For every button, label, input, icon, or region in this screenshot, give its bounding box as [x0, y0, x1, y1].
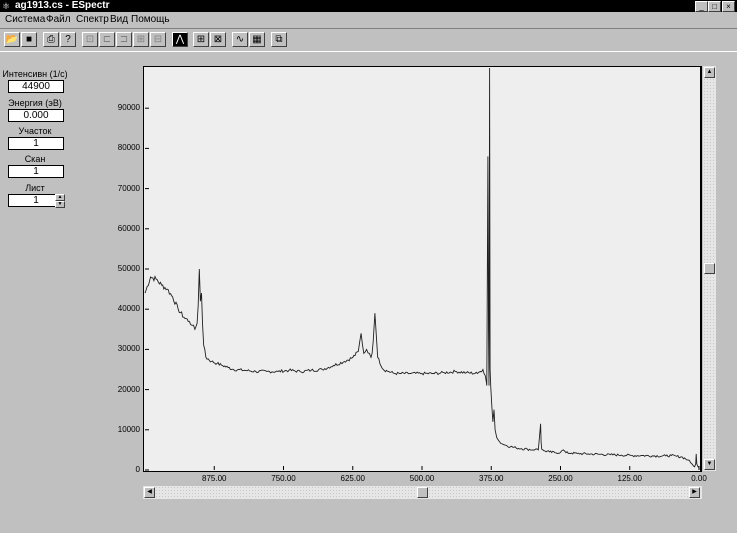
export-icon[interactable]: ⧉: [271, 32, 287, 47]
menu-file[interactable]: Файл: [46, 13, 71, 26]
spectrum-grid-icon[interactable]: ▦: [249, 32, 265, 47]
y-tick-label: 40000: [117, 304, 140, 314]
menu-bar: Система Файл Спектр Вид Помощь: [0, 12, 737, 27]
tool-4-icon[interactable]: ⊞: [133, 32, 149, 47]
plot-area[interactable]: [144, 67, 700, 471]
vertical-scroll-thumb[interactable]: [704, 263, 715, 274]
tool-3-icon[interactable]: ⊐: [116, 32, 132, 47]
window-title: ag1913.cs - ESpectr: [15, 0, 110, 11]
menu-system[interactable]: Система: [5, 13, 45, 26]
x-tick-label: 750.00: [271, 474, 296, 483]
y-tick-label: 80000: [117, 143, 140, 153]
y-tick-label: 20000: [117, 384, 140, 394]
energy-field[interactable]: 0.000: [8, 109, 64, 122]
grid-icon[interactable]: ⊞: [193, 32, 209, 47]
intensity-label: Интенсивн (1/с): [2, 69, 68, 79]
title-bar: ⚛ ag1913.cs - ESpectr _ □ ×: [0, 0, 737, 12]
x-tick-label: 875.00: [202, 474, 227, 483]
y-tick-label: 0: [135, 465, 140, 474]
x-tick-label: 500.00: [409, 474, 435, 483]
scroll-left-arrow-icon[interactable]: ◀: [144, 487, 155, 498]
y-tick-label: 90000: [117, 103, 140, 113]
x-tick-label: 250.00: [548, 474, 573, 483]
tool-1-icon[interactable]: ⊡: [82, 32, 98, 47]
region-label: Участок: [18, 126, 52, 136]
help-icon[interactable]: ?: [60, 32, 76, 47]
tool-2-icon[interactable]: ⊏: [99, 32, 115, 47]
y-tick-label: 60000: [117, 223, 140, 233]
menu-view[interactable]: Вид: [110, 13, 128, 26]
x-tick-label: 125.00: [617, 474, 642, 483]
region-field[interactable]: 1: [8, 137, 64, 150]
y-tick-label: 30000: [117, 344, 140, 354]
y-tick-label: 50000: [117, 264, 140, 273]
y-tick-label: 70000: [117, 183, 140, 193]
save-icon[interactable]: ■: [21, 32, 37, 47]
close-button[interactable]: ×: [722, 1, 735, 12]
x-tick-label: 375.00: [479, 474, 504, 483]
open-folder-icon[interactable]: 📂: [4, 32, 20, 47]
maximize-button[interactable]: □: [708, 1, 721, 12]
x-tick-label: 625.00: [340, 474, 365, 483]
sheet-label: Лист: [25, 183, 45, 193]
scroll-right-arrow-icon[interactable]: ▶: [689, 487, 700, 498]
peak-icon[interactable]: ⋀: [172, 32, 188, 47]
grid-zoom-icon[interactable]: ⊠: [210, 32, 226, 47]
scan-label: Скан: [24, 154, 46, 164]
scroll-up-arrow-icon[interactable]: ▲: [704, 67, 715, 78]
sheet-down-arrow-icon[interactable]: ▼: [55, 201, 65, 208]
minimize-button[interactable]: _: [695, 1, 708, 12]
scroll-down-arrow-icon[interactable]: ▼: [704, 459, 715, 470]
app-icon[interactable]: ⚛: [2, 1, 12, 11]
vertical-scrollbar[interactable]: ▲ ▼: [703, 66, 716, 471]
energy-label: Энергия (эВ): [8, 98, 62, 108]
tool-5-icon[interactable]: ⊟: [150, 32, 166, 47]
sheet-up-arrow-icon[interactable]: ▲: [55, 194, 65, 201]
spectrum-chart[interactable]: [143, 66, 702, 472]
spectrum-icon[interactable]: ∿: [232, 32, 248, 47]
horizontal-scroll-thumb[interactable]: [417, 487, 428, 498]
toolbar: 📂 ■ ⎙ ? ⊡ ⊏ ⊐ ⊞ ⊟ ⋀ ⊞ ⊠ ∿ ▦ ⧉: [0, 28, 737, 52]
x-tick-label: 0.00: [691, 474, 707, 483]
intensity-field[interactable]: 44900: [8, 80, 64, 93]
y-tick-label: 10000: [117, 424, 140, 434]
menu-help[interactable]: Помощь: [131, 13, 170, 26]
menu-spectrum[interactable]: Спектр: [76, 13, 109, 26]
horizontal-scrollbar[interactable]: ◀ ▶: [143, 486, 702, 499]
scan-field[interactable]: 1: [8, 165, 64, 178]
print-icon[interactable]: ⎙: [43, 32, 59, 47]
